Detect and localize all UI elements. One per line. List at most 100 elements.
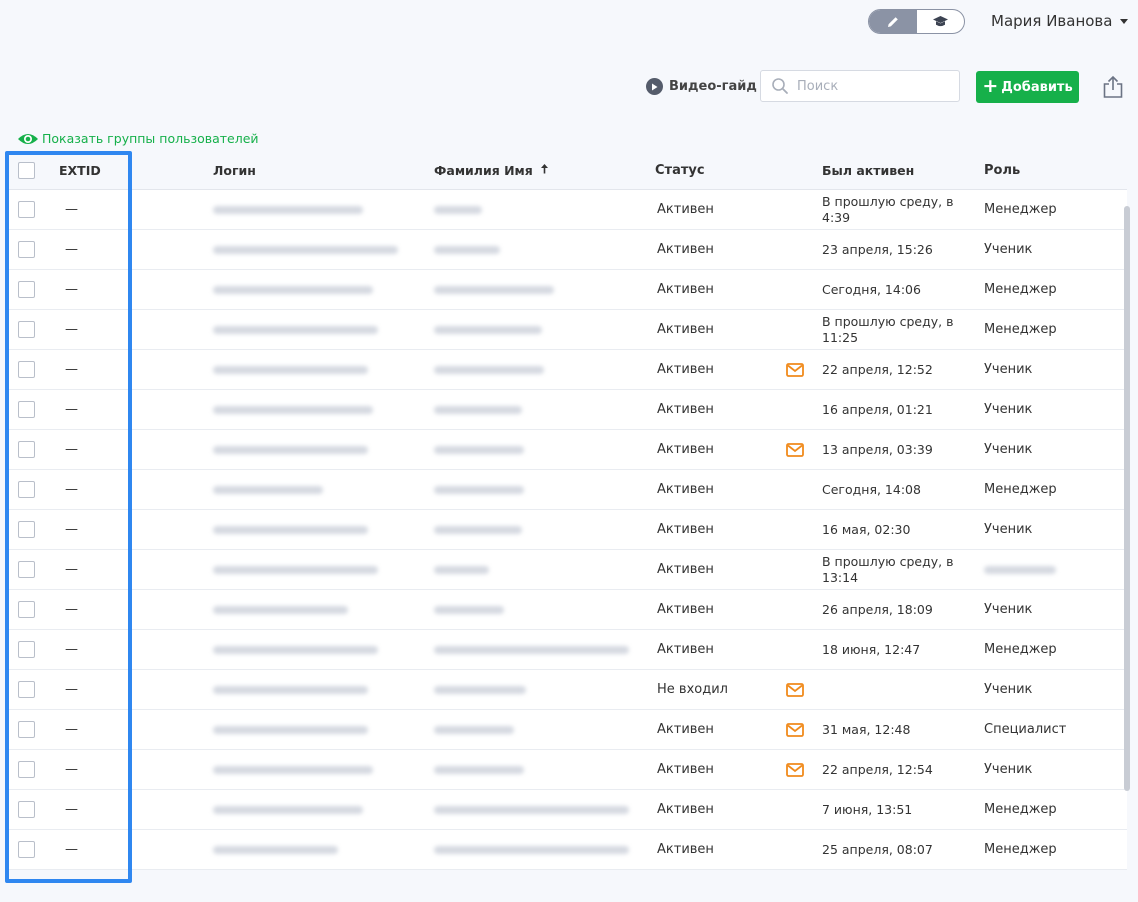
envelope-icon[interactable] [786,362,804,377]
invite-cell [786,790,821,829]
table-row[interactable]: — Активен В прошлую среду, в 4:39 Менеджер [5,190,1127,230]
login-cell [203,630,424,669]
table-row[interactable]: — Активен 16 мая, 02:30 Ученик [5,510,1127,550]
name-redacted [434,725,514,734]
user-menu[interactable]: Мария Иванова [991,12,1129,30]
name-redacted [434,525,522,534]
envelope-icon[interactable] [786,762,804,777]
row-checkbox[interactable] [17,841,35,858]
row-checkbox[interactable] [17,681,35,698]
search-input[interactable] [797,78,947,94]
role-cell: Специалист [984,710,1127,749]
column-header-role[interactable]: Роль [984,152,1127,189]
status-cell: Активен [657,562,714,577]
status-cell: Активен [657,362,714,377]
row-checkbox[interactable] [17,641,35,658]
row-checkbox[interactable] [17,761,35,778]
invite-cell [786,750,821,789]
envelope-icon[interactable] [786,442,804,457]
users-table: EXTID Логин Фамилия Имя Статус Был актив… [5,152,1127,870]
column-header-status[interactable]: Статус [646,152,786,189]
login-cell [203,510,424,549]
search-icon [772,78,788,94]
table-row[interactable]: — Не входил Ученик [5,670,1127,710]
role-cell: Менеджер [984,310,1127,349]
status-cell: Активен [657,842,714,857]
name-cell [424,670,646,709]
login-cell [203,670,424,709]
table-row[interactable]: — Активен Сегодня, 14:08 Менеджер [5,470,1127,510]
row-checkbox[interactable] [17,521,35,538]
row-checkbox[interactable] [17,561,35,578]
name-redacted [434,325,542,334]
column-header-last-active[interactable]: Был активен [821,152,984,189]
role-cell: Менеджер [984,270,1127,309]
show-groups-toggle[interactable]: Показать группы пользователей [17,131,259,146]
row-checkbox[interactable] [17,481,35,498]
user-name: Мария Иванова [991,12,1113,30]
role-cell: Менеджер [984,790,1127,829]
learner-mode-button[interactable] [917,10,965,33]
share-icon [1103,75,1123,98]
invite-cell [786,590,821,629]
table-body: — Активен В прошлую среду, в 4:39 Менеджер —… [5,190,1127,870]
row-checkbox[interactable] [17,601,35,618]
status-cell: Активен [657,242,714,257]
scrollbar-thumb[interactable] [1124,206,1130,791]
table-row[interactable]: — Активен 16 апреля, 01:21 Ученик [5,390,1127,430]
role-label: Менеджер [984,282,1057,297]
login-redacted [213,685,368,694]
export-button[interactable] [1101,75,1125,99]
table-row[interactable]: — Активен 13 апреля, 03:39 Ученик [5,430,1127,470]
select-all-checkbox[interactable] [17,162,35,179]
extid-cell: — [65,362,78,377]
name-cell [424,630,646,669]
table-row[interactable]: — Активен 22 апреля, 12:54 Ученик [5,750,1127,790]
pencil-icon [887,16,898,27]
row-checkbox[interactable] [17,361,35,378]
last-active-cell: 25 апреля, 08:07 [822,841,933,857]
status-cell: Не входил [657,682,728,697]
table-row[interactable]: — Активен 23 апреля, 15:26 Ученик [5,230,1127,270]
table-row[interactable]: — Активен 22 апреля, 12:52 Ученик [5,350,1127,390]
name-redacted [434,445,524,454]
status-cell: Активен [657,202,714,217]
table-row[interactable]: — Активен В прошлую среду, в 11:25 Менеджер [5,310,1127,350]
status-cell: Активен [657,762,714,777]
row-checkbox[interactable] [17,321,35,338]
video-guide-link[interactable]: Видео-гайд [646,78,757,95]
envelope-icon[interactable] [786,682,804,697]
extid-cell: — [65,402,78,417]
mode-toggle[interactable] [868,9,965,34]
column-header-extid[interactable]: EXTID [45,152,203,189]
row-checkbox[interactable] [17,281,35,298]
edit-mode-button[interactable] [869,10,917,33]
status-cell: Активен [657,442,714,457]
role-label: Специалист [984,722,1067,737]
table-row[interactable]: — Активен Сегодня, 14:06 Менеджер [5,270,1127,310]
row-checkbox[interactable] [17,401,35,418]
table-row[interactable]: — Активен 31 мая, 12:48 Специалист [5,710,1127,750]
row-checkbox[interactable] [17,241,35,258]
search-box[interactable] [760,70,960,102]
status-cell: Активен [657,402,714,417]
add-button-label: Добавить [1001,79,1073,95]
row-checkbox[interactable] [17,721,35,738]
table-row[interactable]: — Активен 25 апреля, 08:07 Менеджер [5,830,1127,870]
row-checkbox[interactable] [17,441,35,458]
name-redacted [434,365,544,374]
column-header-name[interactable]: Фамилия Имя [424,152,646,189]
table-row[interactable]: — Активен 7 июня, 13:51 Менеджер [5,790,1127,830]
invite-cell [786,270,821,309]
login-redacted [213,365,368,374]
column-header-login[interactable]: Логин [203,152,424,189]
table-row[interactable]: — Активен В прошлую среду, в 13:14 [5,550,1127,590]
row-checkbox[interactable] [17,801,35,818]
table-row[interactable]: — Активен 18 июня, 12:47 Менеджер [5,630,1127,670]
login-redacted [213,485,323,494]
name-cell [424,550,646,589]
table-row[interactable]: — Активен 26 апреля, 18:09 Ученик [5,590,1127,630]
row-checkbox[interactable] [17,201,35,218]
add-button[interactable]: + Добавить [976,71,1079,103]
envelope-icon[interactable] [786,722,804,737]
